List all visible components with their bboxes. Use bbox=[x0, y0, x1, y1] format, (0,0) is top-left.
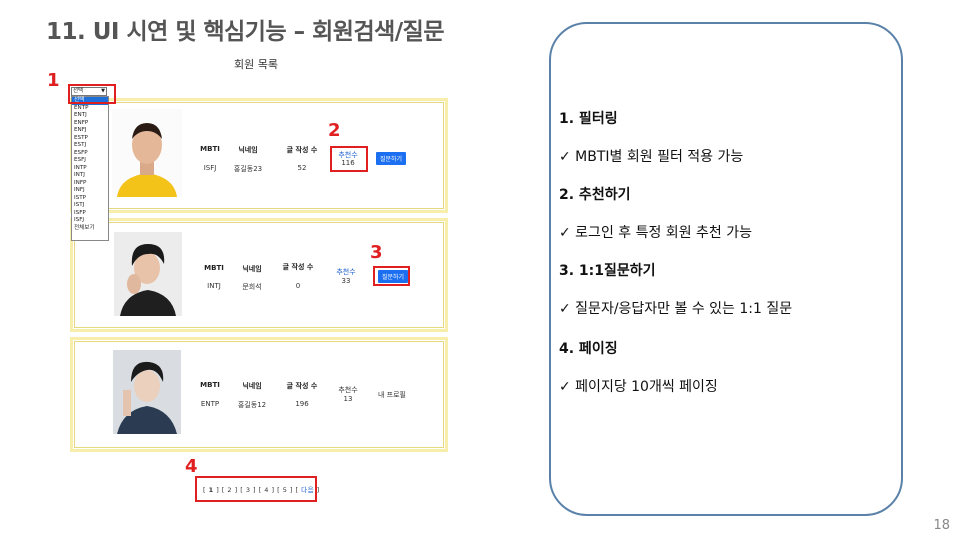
feature-description: ✓ 페이지당 10개씩 페이징 bbox=[559, 379, 718, 395]
feature-title: 2. 추천하기 bbox=[559, 187, 631, 203]
member-photo bbox=[113, 350, 181, 434]
feature-description: ✓ MBTI별 회원 필터 적용 가능 bbox=[559, 149, 744, 165]
mbti-option[interactable]: ENFJ bbox=[72, 127, 108, 135]
ask-question-button[interactable]: 질문하기 bbox=[376, 152, 407, 165]
recommend-count: 13 bbox=[343, 395, 353, 403]
mbti-option[interactable]: INTP bbox=[72, 165, 108, 173]
col-head-posts: 글 작성 수 bbox=[286, 146, 318, 154]
mbti-option[interactable]: ISTP bbox=[72, 195, 108, 203]
slide-page-number: 18 bbox=[933, 518, 950, 533]
callout-number: 2 bbox=[328, 120, 341, 141]
mbti-option[interactable]: ESTJ bbox=[72, 142, 108, 150]
slide-title: 11. UI 시연 및 핵심기능 – 회원검색/질문 bbox=[46, 19, 445, 45]
mbti-option[interactable]: INFP bbox=[72, 180, 108, 188]
mbti-option[interactable]: ISFJ bbox=[72, 217, 108, 225]
mbti-option[interactable]: ESFP bbox=[72, 150, 108, 158]
mbti-option[interactable]: 전체보기 bbox=[72, 225, 108, 233]
mbti-option[interactable]: ENTP bbox=[72, 105, 108, 113]
member-posts: 52 bbox=[297, 164, 307, 172]
member-list-caption: 회원 목록 bbox=[234, 58, 278, 71]
member-photo bbox=[114, 232, 182, 316]
feature-description: ✓ 질문자/응답자만 볼 수 있는 1:1 질문 bbox=[559, 301, 793, 317]
mbti-option[interactable]: ESFJ bbox=[72, 157, 108, 165]
member-photo bbox=[112, 109, 182, 197]
mbti-filter-dropdown: 선택 ENTP ENTJ ENFP ENFJ ESTP ESTJ ESFP ES… bbox=[71, 96, 109, 241]
feature-description: ✓ 로그인 후 특정 회원 추천 가능 bbox=[559, 225, 752, 241]
callout-box-filter bbox=[68, 84, 116, 104]
mbti-option[interactable]: INTJ bbox=[72, 172, 108, 180]
mbti-option[interactable]: ESTP bbox=[72, 135, 108, 143]
mbti-option[interactable]: ISFP bbox=[72, 210, 108, 218]
recommend-count: 33 bbox=[341, 277, 351, 285]
member-posts: 0 bbox=[295, 282, 301, 290]
callout-number: 3 bbox=[370, 242, 383, 263]
callout-box-pagination bbox=[195, 476, 317, 502]
col-head-posts: 글 작성 수 bbox=[286, 382, 318, 390]
recommend-link[interactable]: 추천수 bbox=[326, 267, 366, 277]
callout-box-recommend bbox=[330, 146, 368, 172]
mbti-option[interactable]: ENFP bbox=[72, 120, 108, 128]
mbti-option[interactable]: ENTJ bbox=[72, 112, 108, 120]
mbti-option[interactable]: INFJ bbox=[72, 187, 108, 195]
mbti-option[interactable]: ISTJ bbox=[72, 202, 108, 210]
col-head-nickname: 닉네임 bbox=[238, 146, 258, 154]
feature-title: 1. 필터링 bbox=[559, 111, 618, 127]
callout-box-ask bbox=[373, 266, 410, 286]
feature-title: 3. 1:1질문하기 bbox=[559, 263, 656, 279]
recommend-label: 추천수 bbox=[338, 386, 358, 394]
feature-title: 4. 페이징 bbox=[559, 341, 618, 357]
my-profile-label[interactable]: 내 프로필 bbox=[378, 390, 406, 400]
member-posts: 196 bbox=[295, 400, 309, 408]
callout-number: 1 bbox=[47, 70, 60, 91]
member-nickname: 홍길동23 bbox=[233, 165, 263, 173]
col-head-posts: 글 작성 수 bbox=[282, 263, 314, 271]
callout-number: 4 bbox=[185, 456, 198, 477]
